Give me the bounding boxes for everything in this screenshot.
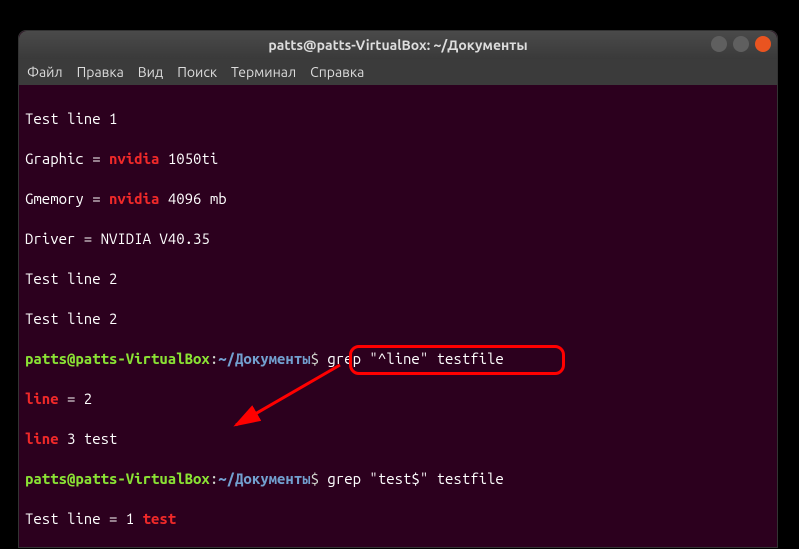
menu-file[interactable]: Файл bbox=[27, 64, 63, 80]
menu-edit[interactable]: Правка bbox=[77, 64, 124, 80]
output-line: Test line = 1 test bbox=[25, 509, 771, 529]
titlebar: patts@patts-VirtualBox: ~/Документы bbox=[19, 31, 777, 59]
terminal-window: patts@patts-VirtualBox: ~/Документы Файл… bbox=[18, 30, 778, 548]
output-line: Test line 1 bbox=[25, 109, 771, 129]
menu-view[interactable]: Вид bbox=[138, 64, 163, 80]
minimize-button[interactable] bbox=[711, 36, 727, 52]
window-title: patts@patts-VirtualBox: ~/Документы bbox=[268, 37, 527, 53]
prompt-line: patts@patts-VirtualBox:~/Документы$ grep… bbox=[25, 469, 771, 489]
output-line: Graphic = nvidia 1050ti bbox=[25, 149, 771, 169]
window-buttons bbox=[711, 36, 771, 52]
menu-help[interactable]: Справка bbox=[310, 64, 364, 80]
output-line: Gmemory = nvidia 4096 mb bbox=[25, 189, 771, 209]
menubar: Файл Правка Вид Поиск Терминал Справка bbox=[19, 59, 777, 85]
output-line: line = 2 bbox=[25, 389, 771, 409]
menu-terminal[interactable]: Терминал bbox=[231, 64, 296, 80]
menu-search[interactable]: Поиск bbox=[177, 64, 217, 80]
output-line: line 3 test bbox=[25, 429, 771, 449]
close-button[interactable] bbox=[755, 36, 771, 52]
output-line: Test line 2 bbox=[25, 309, 771, 329]
output-line: Test line 2 bbox=[25, 269, 771, 289]
terminal-content[interactable]: Test line 1 Graphic = nvidia 1050ti Gmem… bbox=[19, 85, 777, 548]
prompt-line: patts@patts-VirtualBox:~/Документы$ grep… bbox=[25, 349, 771, 369]
output-line: Driver = NVIDIA V40.35 bbox=[25, 229, 771, 249]
maximize-button[interactable] bbox=[733, 36, 749, 52]
